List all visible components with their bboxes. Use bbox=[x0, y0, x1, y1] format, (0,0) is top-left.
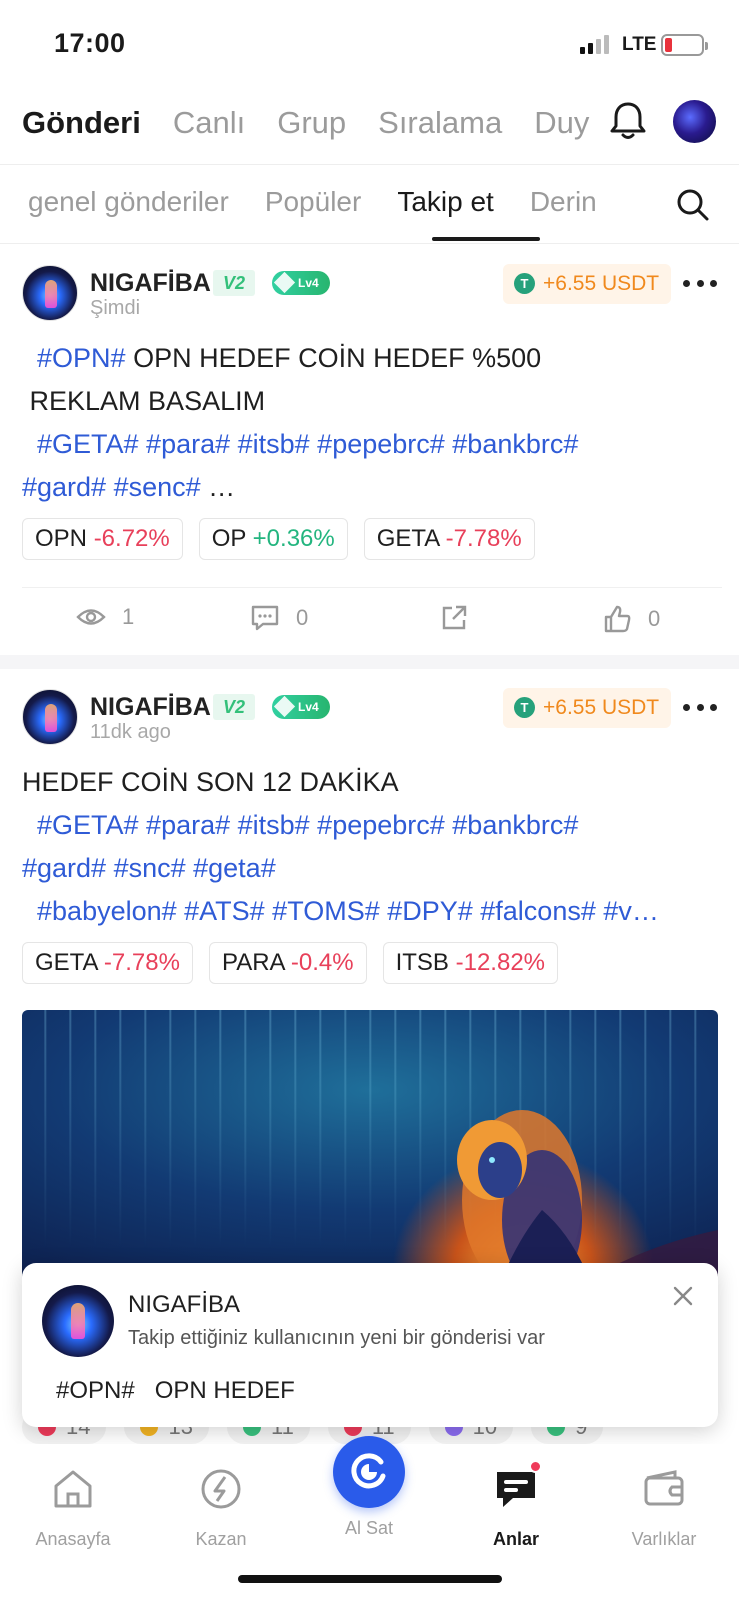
hashtag-group[interactable]: #GETA# #para# #itsb# #pepebrc# #bankbrc# bbox=[37, 810, 578, 840]
more-icon[interactable] bbox=[683, 704, 717, 714]
coin-chip[interactable]: ITSB -12.82% bbox=[382, 942, 558, 984]
trade-label: Al Sat bbox=[344, 1518, 394, 1538]
subtab-populer[interactable]: Popüler bbox=[265, 186, 362, 218]
vip-badge: V2 bbox=[213, 270, 255, 296]
author-avatar[interactable] bbox=[22, 265, 78, 321]
nav-varliklar[interactable]: Varlıklar bbox=[604, 1466, 724, 1550]
tab-grup[interactable]: Grup bbox=[277, 105, 346, 141]
share-icon bbox=[442, 605, 467, 630]
coin-chips: OPN -6.72% OP +0.36% GETA -7.78% bbox=[22, 518, 535, 560]
tab-duyuru[interactable]: Duy bbox=[534, 105, 589, 141]
usdt-icon: T bbox=[514, 273, 535, 294]
subtab-derin[interactable]: Derin bbox=[530, 186, 597, 218]
author-avatar[interactable] bbox=[22, 689, 78, 745]
post-text-line[interactable]: #GETA# #para# #itsb# #pepebrc# #bankbrc# bbox=[22, 807, 722, 843]
coin-chip[interactable]: GETA -7.78% bbox=[22, 942, 193, 984]
post-text-line[interactable]: #gard# #senc# … bbox=[22, 469, 722, 505]
post-time: Şimdi bbox=[90, 297, 141, 319]
post-text-line[interactable]: #babyelon# #ATS# #TOMS# #DPY# #falcons# … bbox=[22, 893, 722, 929]
post-text-line[interactable]: #GETA# #para# #itsb# #pepebrc# #bankbrc# bbox=[22, 426, 722, 462]
coin-chips: GETA -7.78% PARA -0.4% ITSB -12.82% bbox=[22, 942, 558, 984]
share-button[interactable] bbox=[440, 604, 468, 632]
notification-dot bbox=[529, 1460, 542, 1473]
close-icon[interactable] bbox=[672, 1285, 694, 1307]
post-text-line[interactable]: REKLAM BASALIM bbox=[22, 383, 722, 419]
status-time: 17:00 bbox=[54, 28, 126, 58]
eye-icon bbox=[76, 609, 106, 625]
hashtag-group[interactable]: #babyelon# #ATS# #TOMS# #DPY# #falcons# … bbox=[37, 896, 659, 926]
network-label: LTE bbox=[622, 34, 657, 55]
coin-chip[interactable]: OP +0.36% bbox=[198, 518, 348, 560]
post-time: 11dk ago bbox=[90, 721, 171, 743]
notification-avatar bbox=[42, 1285, 114, 1357]
battery-icon bbox=[661, 34, 708, 56]
profile-avatar[interactable] bbox=[673, 100, 716, 143]
comment-icon bbox=[251, 605, 279, 631]
notification-author: NIGAFİBA bbox=[128, 1291, 241, 1318]
coin-chip[interactable]: PARA -0.4% bbox=[208, 942, 367, 984]
tab-gonderi[interactable]: Gönderi bbox=[22, 105, 141, 141]
more-icon[interactable] bbox=[683, 280, 717, 290]
author-name[interactable]: NIGAFİBA bbox=[90, 269, 211, 298]
comment-button[interactable]: 0 bbox=[250, 604, 308, 632]
reward-amount: +6.55 USDT bbox=[543, 696, 660, 719]
reward-badge[interactable]: T +6.55 USDT bbox=[503, 264, 671, 304]
coin-chip[interactable]: OPN -6.72% bbox=[22, 518, 183, 560]
home-icon bbox=[54, 1470, 92, 1508]
nav-anasayfa[interactable]: Anasayfa bbox=[13, 1466, 133, 1550]
views-count: 1 bbox=[76, 604, 134, 630]
post-text-line[interactable]: HEDEF COİN SON 12 DAKİKA bbox=[22, 764, 722, 800]
hashtag-group[interactable]: #GETA# #para# #itsb# #pepebrc# #bankbrc# bbox=[37, 429, 578, 459]
notification-snippet: #OPN# OPN HEDEF bbox=[56, 1377, 295, 1404]
thumbs-up-icon bbox=[604, 605, 631, 633]
reward-amount: +6.55 USDT bbox=[543, 272, 660, 295]
search-icon[interactable] bbox=[676, 188, 710, 222]
sub-tab-bar: genel gönderiler Popüler Takip et Derin bbox=[0, 166, 739, 244]
coin-chip[interactable]: GETA -7.78% bbox=[363, 518, 535, 560]
level-badge: Lv4 bbox=[272, 695, 330, 719]
nav-anlar[interactable]: Anlar bbox=[456, 1466, 576, 1550]
signal-icon bbox=[580, 34, 609, 54]
level-badge: Lv4 bbox=[272, 271, 330, 295]
hashtag-group[interactable]: #gard# #snc# #geta# bbox=[22, 853, 276, 883]
earn-icon bbox=[201, 1469, 241, 1509]
notification-message: Takip ettiğiniz kullanıcının yeni bir gö… bbox=[128, 1327, 545, 1349]
tab-siralama[interactable]: Sıralama bbox=[378, 105, 502, 141]
author-name[interactable]: NIGAFİBA bbox=[90, 693, 211, 722]
post-actions: 1 0 0 bbox=[22, 587, 722, 651]
hashtag-group[interactable]: #gard# #senc# bbox=[22, 472, 201, 502]
subtab-genel[interactable]: genel gönderiler bbox=[28, 186, 229, 218]
usdt-icon: T bbox=[514, 697, 535, 718]
moments-icon bbox=[497, 1472, 535, 1507]
app-screen: 17:00 LTE Gönderi Canlı Grup Sıralama Du… bbox=[0, 0, 739, 1600]
vip-badge: V2 bbox=[213, 694, 255, 720]
trade-button[interactable] bbox=[333, 1436, 405, 1508]
trade-icon bbox=[351, 1453, 386, 1489]
like-button[interactable]: 0 bbox=[602, 604, 660, 634]
wallet-icon bbox=[644, 1470, 684, 1506]
post-card[interactable]: NIGAFİBA V2 Lv4 Şimdi T +6.55 USDT #OPN#… bbox=[0, 245, 739, 655]
home-indicator bbox=[238, 1575, 502, 1583]
tab-canli[interactable]: Canlı bbox=[173, 105, 245, 141]
post-separator bbox=[0, 655, 739, 669]
status-bar: 17:00 LTE bbox=[0, 0, 739, 90]
reward-badge[interactable]: T +6.55 USDT bbox=[503, 688, 671, 728]
bell-icon[interactable] bbox=[608, 100, 648, 142]
post-text-line[interactable]: #OPN# OPN HEDEF COİN HEDEF %500 bbox=[22, 340, 722, 376]
post-text-line[interactable]: #gard# #snc# #geta# bbox=[22, 850, 722, 886]
subtab-takip-et[interactable]: Takip et bbox=[397, 186, 494, 218]
active-tab-indicator bbox=[432, 237, 540, 241]
read-more[interactable]: … bbox=[201, 472, 235, 502]
nav-kazan[interactable]: Kazan bbox=[161, 1466, 281, 1550]
new-post-notification[interactable]: NIGAFİBA Takip ettiğiniz kullanıcının ye… bbox=[22, 1263, 718, 1427]
hashtag[interactable]: #OPN# bbox=[37, 343, 126, 373]
